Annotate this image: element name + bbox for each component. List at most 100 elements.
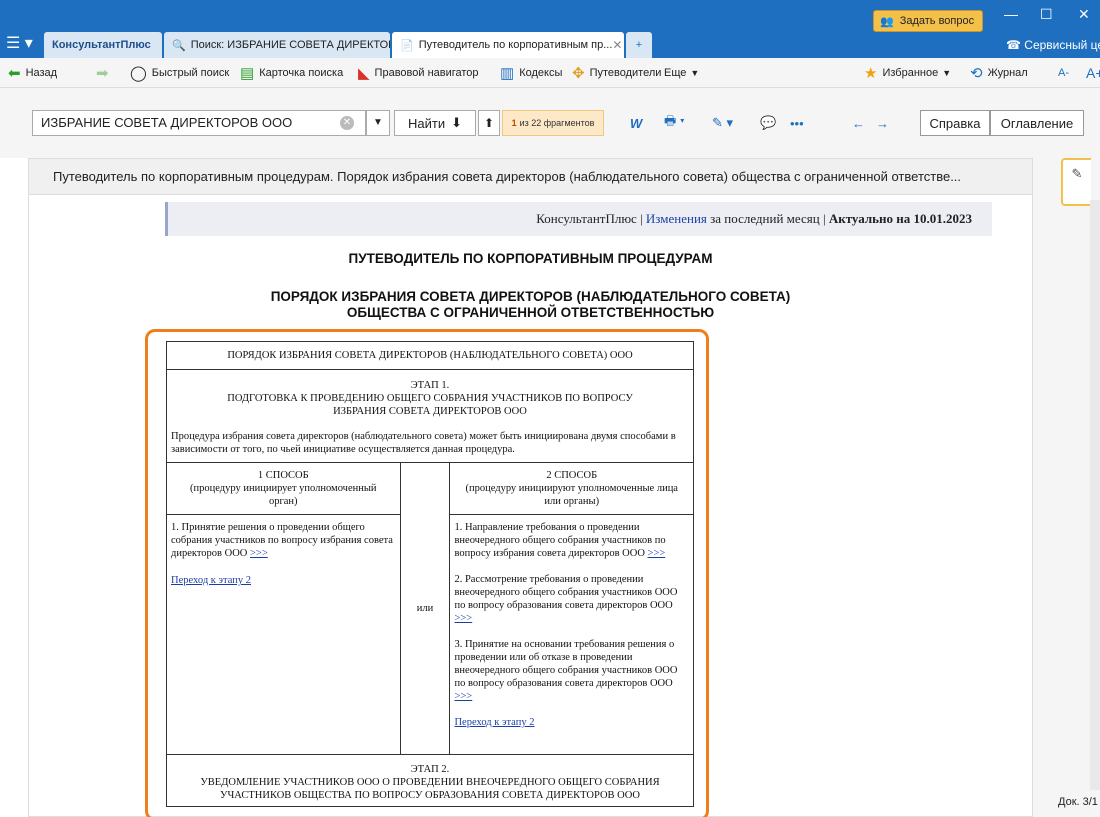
legal-navigator-button[interactable]: ◣ Правовой навигатор	[358, 63, 479, 83]
font-small-label: A-	[1058, 67, 1069, 79]
close-tab-icon[interactable]: ✕	[612, 38, 622, 52]
help-button[interactable]: Справка	[920, 110, 990, 136]
fragment-current: 1	[511, 118, 517, 128]
stage2-cell: ЭТАП 2. УВЕДОМЛЕНИЕ УЧАСТНИКОВ ООО О ПРО…	[166, 754, 694, 807]
quick-search-button[interactable]: ◯ Быстрый поиск	[130, 63, 229, 83]
right-step-3: 3. Принятие на основании требования реше…	[454, 638, 689, 703]
forward-button[interactable]: ➡	[96, 63, 114, 83]
new-tab-button[interactable]: +	[626, 32, 652, 58]
actual-prefix: КонсультантПлюс |	[536, 211, 643, 226]
stage2-title: ЭТАП 2.	[410, 764, 450, 775]
find-button[interactable]: Найти ⬇	[394, 110, 476, 136]
back-button[interactable]: ⬅ Назад	[8, 63, 57, 83]
word-export-icon[interactable]: W	[630, 112, 642, 134]
arrow-left-icon: ⬅	[8, 65, 21, 82]
left-step-1-text: 1. Принятие решения о проведении общего …	[171, 522, 393, 559]
tab-search[interactable]: 🔍 Поиск: ИЗБРАНИЕ СОВЕТА ДИРЕКТОР... ✕	[164, 32, 390, 58]
nav-back-icon[interactable]: ←	[852, 112, 865, 134]
procedure-table: ПОРЯДОК ИЗБРАНИЯ СОВЕТА ДИРЕКТОРОВ (НАБЛ…	[166, 341, 694, 807]
title-bar: 👥 Задать вопрос — ☐ ✕ ☰ ▾ КонсультантПлю…	[0, 0, 1100, 58]
clear-search-icon[interactable]: ✕	[340, 116, 354, 130]
nav-forward-icon[interactable]: →	[876, 112, 889, 134]
step-link[interactable]: >>>	[454, 613, 472, 624]
journal-button[interactable]: ⟲ Журнал	[970, 63, 1028, 83]
star-icon: ★	[864, 65, 878, 82]
find-prev-button[interactable]: ⬆	[478, 110, 500, 136]
plus-icon: +	[635, 39, 643, 51]
search-icon: 🔍	[172, 39, 186, 52]
table-header: ПОРЯДОК ИЗБРАНИЯ СОВЕТА ДИРЕКТОРОВ (НАБЛ…	[166, 341, 694, 370]
print-icon[interactable]: 🖶 ▾	[664, 112, 685, 134]
ask-question-button[interactable]: 👥 Задать вопрос	[873, 10, 983, 32]
more-actions-icon[interactable]: •••	[790, 112, 804, 134]
changes-link[interactable]: Изменения	[646, 211, 707, 226]
go-to-stage2-link[interactable]: Переход к этапу 2	[171, 574, 396, 587]
close-icon[interactable]: ✕	[1078, 6, 1090, 23]
search-card-button[interactable]: ▤ Карточка поиска	[240, 63, 343, 83]
left-step-1: 1. Принятие решения о проведении общего …	[171, 521, 396, 560]
more-menu[interactable]: Еще ▼	[664, 63, 699, 83]
arrow-down-icon: ⬇	[451, 115, 462, 130]
font-increase-button[interactable]: A+	[1086, 63, 1100, 83]
right-step-1: 1. Направление требования о проведении в…	[454, 521, 689, 560]
font-decrease-button[interactable]: A-	[1058, 63, 1069, 83]
favorites-menu[interactable]: ★ Избранное ▼	[864, 63, 951, 83]
right-step-1-text: 1. Направление требования о проведении в…	[454, 522, 666, 559]
chevron-down-icon: ▼	[690, 68, 700, 78]
favorites-label: Избранное	[882, 67, 939, 79]
tab-strip: ☰ ▾ КонсультантПлюс 🔍 Поиск: ИЗБРАНИЕ СО…	[0, 30, 1100, 58]
way1-steps: 1. Принятие решения о проведении общего …	[166, 514, 401, 755]
document-search-bar: ИЗБРАНИЕ СОВЕТА ДИРЕКТОРОВ ООО ✕ ▼ Найти…	[0, 88, 1100, 158]
edit-note-icon: ✎	[1071, 166, 1083, 181]
stage1-cell: ЭТАП 1. ПОДГОТОВКА К ПРОВЕДЕНИЮ ОБЩЕГО С…	[166, 369, 694, 463]
mark-icon[interactable]: ✎ ▾	[712, 112, 733, 134]
navigator-icon: ◣	[358, 65, 370, 82]
minimize-icon[interactable]: —	[1004, 6, 1018, 22]
way1-subtitle: (процедуру инициирует уполномоченный орг…	[190, 483, 377, 507]
journal-label: Журнал	[987, 67, 1028, 79]
font-big-label: A+	[1086, 65, 1100, 81]
main-toolbar: ⬅ Назад ➡ ◯ Быстрый поиск ▤ Карточка пои…	[0, 58, 1100, 88]
comment-icon[interactable]: 💬	[760, 112, 776, 134]
search-input[interactable]: ИЗБРАНИЕ СОВЕТА ДИРЕКТОРОВ ООО	[32, 110, 366, 136]
contents-button[interactable]: Оглавление	[990, 110, 1084, 136]
codes-button[interactable]: ▥ Кодексы	[500, 63, 562, 83]
maximize-icon[interactable]: ☐	[1040, 6, 1053, 23]
tab-label: КонсультантПлюс	[52, 39, 151, 51]
stage2-text: УВЕДОМЛЕНИЕ УЧАСТНИКОВ ООО О ПРОВЕДЕНИИ …	[200, 777, 660, 801]
guides-button[interactable]: ✥ Путеводители	[572, 63, 661, 83]
tab-label: Поиск: ИЗБРАНИЕ СОВЕТА ДИРЕКТОР...	[190, 39, 390, 51]
guide-heading: ПУТЕВОДИТЕЛЬ ПО КОРПОРАТИВНЫМ ПРОЦЕДУРАМ	[348, 251, 713, 266]
actual-date: Актуально на 10.01.2023	[828, 211, 972, 226]
chevron-down-icon: ▼	[942, 68, 952, 78]
search-history-dropdown[interactable]: ▼	[366, 110, 390, 136]
right-step-2-text: 2. Рассмотрение требования о проведении …	[454, 574, 678, 611]
main-menu-button[interactable]: ☰ ▾	[6, 34, 42, 56]
codes-label: Кодексы	[519, 67, 563, 79]
right-step-2: 2. Рассмотрение требования о проведении …	[454, 573, 689, 625]
way2-header: 2 СПОСОБ (процедуру инициируют уполномоч…	[449, 462, 694, 515]
document-icon: 📄	[400, 39, 414, 52]
tab-consultant[interactable]: КонсультантПлюс	[44, 32, 162, 58]
step-link[interactable]: >>>	[250, 548, 268, 559]
document-title: Путеводитель по корпоративным процедурам…	[53, 169, 962, 184]
step-link[interactable]: >>>	[454, 691, 472, 702]
tab-guide[interactable]: 📄 Путеводитель по корпоративным пр... ✕	[392, 32, 624, 58]
back-label: Назад	[25, 67, 58, 79]
stage1-title: ЭТАП 1.	[410, 380, 450, 391]
scrollbar[interactable]	[1090, 200, 1100, 790]
way1-title: 1 СПОСОБ	[257, 470, 309, 481]
actuality-banner: КонсультантПлюс | Изменения за последний…	[165, 202, 992, 236]
go-to-stage2-link[interactable]: Переход к этапу 2	[454, 716, 689, 729]
stage1-intro: Процедура избрания совета директоров (на…	[171, 431, 676, 455]
quick-search-label: Быстрый поиск	[151, 67, 230, 79]
way1-header: 1 СПОСОБ (процедуру инициирует уполномоч…	[166, 462, 401, 515]
ask-question-label: Задать вопрос	[899, 15, 975, 27]
step-link[interactable]: >>>	[648, 548, 666, 559]
service-center-label: Сервисный цен	[1024, 38, 1100, 52]
question-icon: 👥	[880, 15, 894, 28]
service-center-link[interactable]: ☎ Сервисный цен	[1006, 38, 1100, 52]
window-controls: — ☐ ✕	[990, 6, 1100, 26]
notes-tab[interactable]: ✎	[1061, 158, 1091, 206]
legal-navigator-label: Правовой навигатор	[374, 67, 479, 79]
